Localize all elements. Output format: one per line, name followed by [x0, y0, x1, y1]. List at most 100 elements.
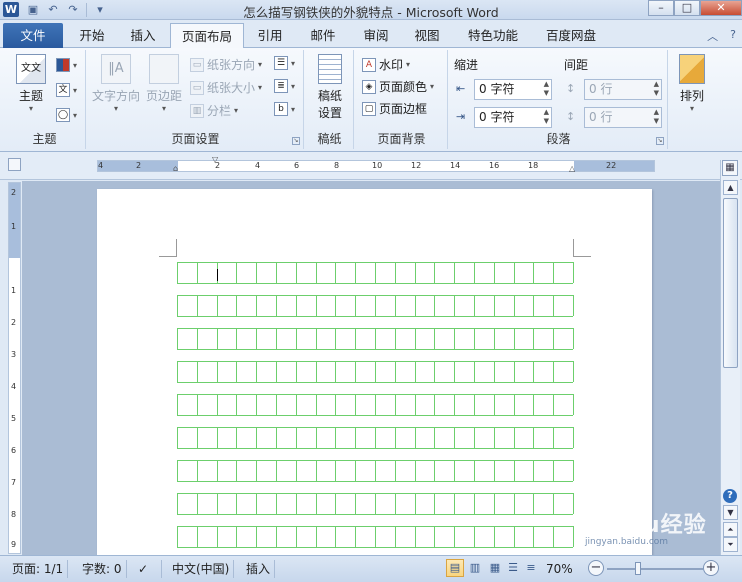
next-page-icon[interactable]: ⏷ [723, 537, 738, 552]
grid-line [197, 526, 198, 547]
theme-colors-button[interactable]: ▾ [56, 58, 77, 72]
watermark-button[interactable]: A 水印 ▾ [362, 56, 410, 73]
tab-references[interactable]: 引用 [250, 23, 290, 48]
view-ruler-icon[interactable]: ▦ [722, 160, 738, 176]
scroll-thumb[interactable] [723, 198, 738, 368]
tab-page-layout[interactable]: 页面布局 [170, 23, 244, 49]
hyphenation-button[interactable]: b ▾ [274, 102, 295, 116]
zoom-level[interactable]: 70% [546, 560, 573, 578]
indent-right-spinner-icon[interactable]: ▲ ▼ [544, 108, 549, 126]
page-color-icon: ◈ [362, 79, 376, 94]
grid-line [177, 262, 178, 283]
grid-line [177, 481, 573, 482]
ruler-bar: 4 2 2 4 6 8 10 12 14 16 18 22 ▽ ⌂ △ [0, 152, 742, 180]
grid-line [316, 493, 317, 514]
arrange-button[interactable]: 排列 ▾ [674, 54, 710, 113]
grid-line [553, 526, 554, 547]
grid-line [355, 493, 356, 514]
document-page[interactable] [97, 189, 652, 555]
spacing-before-spinner-icon[interactable]: ▲ ▼ [654, 80, 659, 98]
grid-line [197, 460, 198, 481]
margins-button[interactable]: 页边距 ▾ [144, 54, 184, 113]
scroll-help-icon[interactable]: ? [723, 489, 737, 503]
outline-view-icon[interactable]: ☰ [504, 559, 522, 577]
paragraph-launcher-icon[interactable]: ↘ [656, 137, 664, 145]
full-screen-reading-icon[interactable]: ▥ [466, 559, 484, 577]
theme-fonts-button[interactable]: 文 ▾ [56, 83, 77, 97]
draft-view-icon[interactable]: ≡ [522, 559, 540, 577]
theme-button[interactable]: 文文 主题 ▾ [10, 54, 52, 113]
zoom-out-icon[interactable]: − [588, 560, 604, 576]
tab-file[interactable]: 文件 [3, 23, 63, 48]
proofing-icon[interactable]: ✓ [134, 560, 162, 578]
tab-baidu-netdisk[interactable]: 百度网盘 [538, 23, 604, 48]
tab-view[interactable]: 视图 [407, 23, 447, 48]
grid-line [474, 295, 475, 316]
grid-line [454, 262, 455, 283]
page-borders-button[interactable]: ▢ 页面边框 [362, 100, 427, 117]
left-indent-marker-icon[interactable]: ⌂ [173, 164, 178, 173]
zoom-in-icon[interactable]: + [703, 560, 719, 576]
grid-line [335, 460, 336, 481]
tab-home[interactable]: 开始 [72, 23, 112, 48]
grid-line [514, 427, 515, 448]
draft-paper-grid[interactable] [177, 262, 574, 555]
scroll-up-icon[interactable]: ▲ [723, 180, 738, 195]
status-page[interactable]: 页面: 1/1 [8, 560, 69, 578]
scroll-down-icon[interactable]: ▼ [723, 505, 738, 520]
indent-left-spinner-icon[interactable]: ▲ ▼ [544, 80, 549, 98]
tab-mailings[interactable]: 邮件 [303, 23, 343, 48]
grid-line [256, 262, 257, 283]
text-direction-button[interactable]: ‖A 文字方向 ▾ [90, 54, 142, 113]
first-line-indent-marker-icon[interactable]: ▽ [212, 155, 218, 164]
grid-line [454, 526, 455, 547]
print-layout-view-icon[interactable]: ▤ [446, 559, 464, 577]
horizontal-ruler[interactable]: 4 2 2 4 6 8 10 12 14 16 18 22 ▽ ⌂ △ [97, 155, 655, 173]
hruler-label: 8 [334, 161, 340, 170]
help-icon[interactable]: ? [730, 28, 736, 44]
grid-line [335, 526, 336, 547]
status-insert-mode[interactable]: 插入 [242, 560, 276, 578]
tab-special-features[interactable]: 特色功能 [460, 23, 526, 48]
breaks-button[interactable]: ☰ ▾ [274, 56, 295, 70]
baidu-watermark: Baidu经验 jingyan.baidu.com [585, 507, 707, 547]
line-numbers-button[interactable]: ≣ ▾ [274, 79, 295, 93]
vertical-ruler[interactable]: 2 1 1 2 3 4 5 6 7 8 9 [8, 182, 21, 554]
close-button[interactable]: ✕ [700, 0, 742, 16]
status-language[interactable]: 中文(中国) [168, 560, 235, 578]
indent-right-input[interactable]: 0 字符 ▲ ▼ [474, 107, 552, 128]
tab-selector-icon[interactable] [8, 158, 21, 171]
tab-insert[interactable]: 插入 [123, 23, 163, 48]
orientation-button[interactable]: ▭ 纸张方向 ▾ [190, 56, 262, 73]
theme-button-label: 主题 [18, 89, 43, 103]
prev-page-icon[interactable]: ⏶ [723, 522, 738, 537]
draft-settings-button[interactable]: 稿纸 设置 [312, 54, 348, 121]
status-words[interactable]: 字数: 0 [78, 560, 127, 578]
maximize-button[interactable]: □ [674, 0, 700, 16]
grid-line [197, 328, 198, 349]
size-button[interactable]: ▭ 纸张大小 ▾ [190, 79, 262, 96]
columns-button[interactable]: ▥ 分栏 ▾ [190, 102, 238, 119]
grid-line [335, 295, 336, 316]
page-color-button[interactable]: ◈ 页面颜色 ▾ [362, 78, 434, 95]
page-setup-launcher-icon[interactable]: ↘ [292, 137, 300, 145]
spacing-before-input[interactable]: 0 行 ▲ ▼ [584, 79, 662, 100]
grid-line [415, 460, 416, 481]
minimize-button[interactable]: – [648, 0, 674, 16]
zoom-slider-thumb[interactable] [635, 562, 641, 575]
spacing-after-value: 0 行 [589, 110, 613, 124]
right-indent-marker-icon[interactable]: △ [569, 164, 575, 173]
grid-line [474, 394, 475, 415]
indent-left-input[interactable]: 0 字符 ▲ ▼ [474, 79, 552, 100]
tab-review[interactable]: 审阅 [356, 23, 396, 48]
spacing-after-spinner-icon[interactable]: ▲ ▼ [654, 108, 659, 126]
grid-line [533, 526, 534, 547]
document-area[interactable] [22, 181, 720, 555]
margins-icon [149, 54, 179, 84]
grid-line [177, 328, 178, 349]
minimize-ribbon-icon[interactable]: ︿ [707, 28, 718, 44]
spacing-after-input[interactable]: 0 行 ▲ ▼ [584, 107, 662, 128]
theme-effects-button[interactable]: ◯ ▾ [56, 108, 77, 122]
zoom-slider[interactable] [607, 568, 703, 570]
web-layout-icon[interactable]: ▦ [486, 559, 504, 577]
